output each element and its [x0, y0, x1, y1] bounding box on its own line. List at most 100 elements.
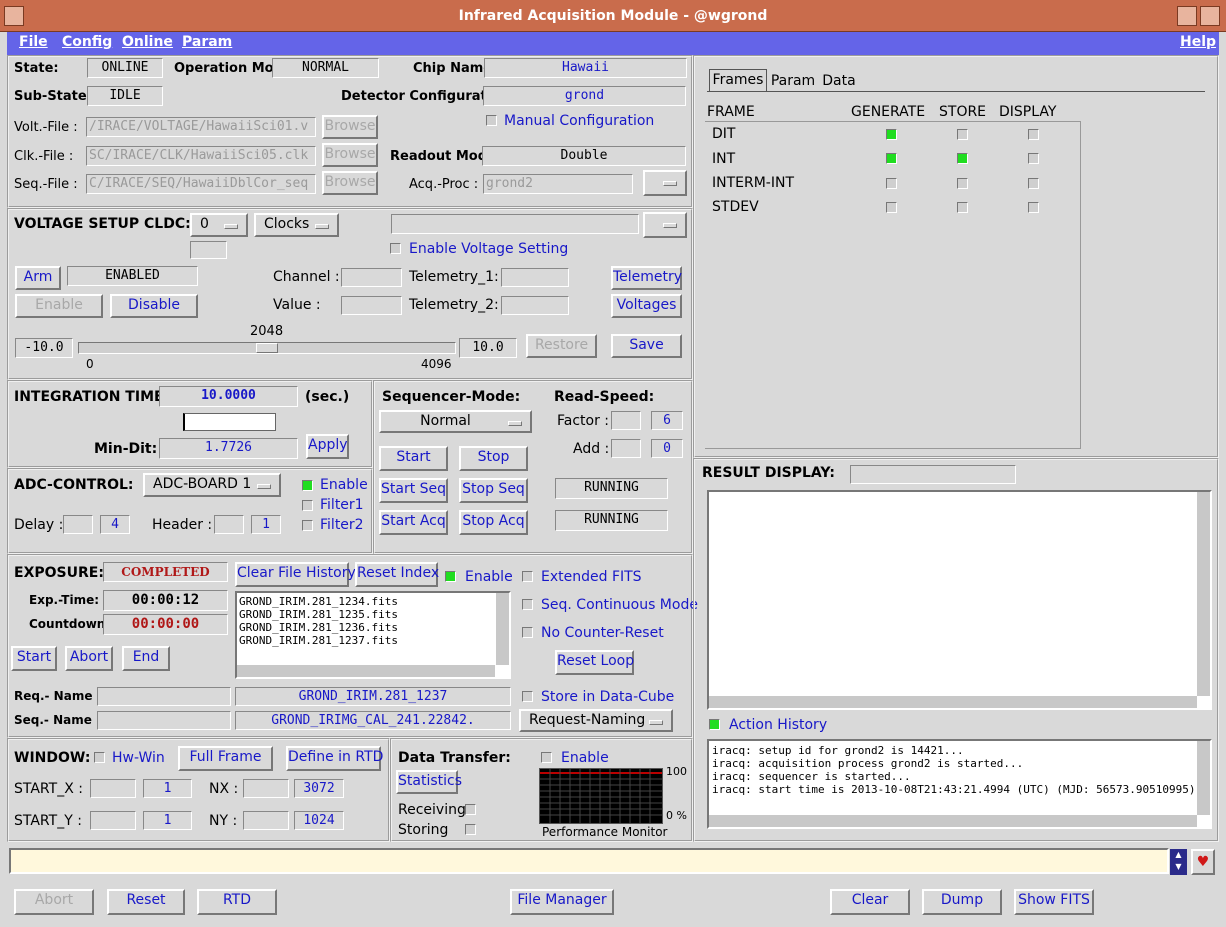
stdev-generate-checkbox[interactable]: [886, 202, 897, 213]
file-manager-button[interactable]: File Manager: [510, 889, 614, 915]
reqname-input[interactable]: [97, 687, 231, 706]
voltages-button[interactable]: Voltages: [611, 294, 682, 318]
window-menu-button[interactable]: [4, 6, 24, 26]
result-vscroll[interactable]: [1197, 492, 1210, 696]
dit-store-checkbox[interactable]: [957, 129, 968, 140]
list-item[interactable]: GROND_IRIM.281_1236.fits: [239, 621, 507, 634]
factor-input[interactable]: [611, 411, 641, 430]
start-seq-button[interactable]: Start Seq: [379, 478, 448, 503]
list-item[interactable]: GROND_IRIM.281_1234.fits: [239, 595, 507, 608]
slider-thumb[interactable]: [256, 343, 278, 353]
starty-input[interactable]: [90, 811, 136, 830]
result-hscroll[interactable]: [709, 696, 1197, 708]
menu-config[interactable]: Config: [62, 34, 112, 50]
log-vscroll[interactable]: [1197, 741, 1210, 815]
exposure-end-button[interactable]: End: [122, 646, 170, 671]
dit-generate-checkbox[interactable]: [886, 129, 897, 140]
file-history-vscroll[interactable]: [496, 593, 509, 665]
seq-browse-button[interactable]: Browse: [322, 171, 378, 195]
dit-display-checkbox[interactable]: [1028, 129, 1039, 140]
interm-int-store-checkbox[interactable]: [957, 178, 968, 189]
clk-browse-button[interactable]: Browse: [322, 143, 378, 167]
dump-button[interactable]: Dump: [922, 889, 1002, 915]
minimize-button[interactable]: [1177, 6, 1197, 26]
menu-file[interactable]: File: [19, 34, 48, 50]
seqname-input[interactable]: [97, 711, 231, 730]
menu-help[interactable]: Help: [1180, 34, 1216, 50]
store-cube-checkbox[interactable]: [522, 691, 533, 702]
bottom-reset-button[interactable]: Reset: [107, 889, 185, 915]
restore-button[interactable]: Restore: [526, 334, 597, 358]
exposure-enable-checkbox[interactable]: [445, 571, 456, 582]
filter1-checkbox[interactable]: [302, 500, 313, 511]
sequencer-mode-dropdown[interactable]: Normal: [379, 410, 532, 433]
reset-index-button[interactable]: Reset Index: [355, 562, 439, 587]
tab-data[interactable]: Data: [819, 72, 859, 91]
voltage-slider[interactable]: [78, 342, 456, 354]
voltage-enable-button[interactable]: Enable: [15, 294, 103, 318]
stop-acq-button[interactable]: Stop Acq: [459, 510, 528, 535]
clear-file-history-button[interactable]: Clear File History: [235, 562, 356, 587]
adc-enable-checkbox[interactable]: [302, 480, 313, 491]
stop-seq-button[interactable]: Stop Seq: [459, 478, 528, 503]
list-item[interactable]: GROND_IRIM.281_1237.fits: [239, 634, 507, 647]
define-rtd-button[interactable]: Define in RTD: [286, 746, 383, 771]
no-counter-reset-checkbox[interactable]: [522, 627, 533, 638]
show-fits-button[interactable]: Show FITS: [1014, 889, 1094, 915]
acqproc-dropdown[interactable]: [643, 170, 687, 196]
header-input[interactable]: [214, 515, 244, 534]
menu-param[interactable]: Param: [182, 34, 232, 50]
seq-start-button[interactable]: Start: [379, 446, 448, 471]
clocks-dropdown[interactable]: Clocks: [254, 213, 339, 237]
int-store-checkbox[interactable]: [957, 153, 968, 164]
action-history-checkbox[interactable]: [709, 719, 720, 730]
adc-board-dropdown[interactable]: ADC-BOARD 1: [143, 473, 281, 497]
filter2-checkbox[interactable]: [302, 520, 313, 531]
hwwin-checkbox[interactable]: [94, 752, 105, 763]
voltage-disable-button[interactable]: Disable: [110, 294, 198, 318]
log-hscroll[interactable]: [709, 815, 1197, 827]
int-generate-checkbox[interactable]: [886, 153, 897, 164]
delay-input[interactable]: [63, 515, 93, 534]
exposure-start-button[interactable]: Start: [11, 646, 57, 671]
message-arrow-icon[interactable]: ▲ ▼: [1170, 849, 1187, 875]
save-button[interactable]: Save: [611, 334, 682, 358]
list-item[interactable]: GROND_IRIM.281_1235.fits: [239, 608, 507, 621]
telemetry-button[interactable]: Telemetry: [611, 266, 682, 290]
stdev-display-checkbox[interactable]: [1028, 202, 1039, 213]
interm-int-generate-checkbox[interactable]: [886, 178, 897, 189]
full-frame-button[interactable]: Full Frame: [178, 746, 273, 771]
bottom-abort-button[interactable]: Abort: [14, 889, 94, 915]
integration-input[interactable]: [183, 413, 276, 431]
enable-voltage-checkbox[interactable]: [390, 243, 401, 254]
extended-fits-checkbox[interactable]: [522, 571, 533, 582]
reset-loop-button[interactable]: Reset Loop: [555, 650, 634, 675]
start-acq-button[interactable]: Start Acq: [379, 510, 448, 535]
cldc-number-dropdown[interactable]: 0: [190, 213, 248, 237]
rtd-button[interactable]: RTD: [197, 889, 277, 915]
heart-icon[interactable]: ♥: [1191, 849, 1215, 875]
result-display-area[interactable]: [707, 490, 1212, 710]
int-display-checkbox[interactable]: [1028, 153, 1039, 164]
arm-button[interactable]: Arm: [15, 266, 61, 290]
file-history-list[interactable]: GROND_IRIM.281_1234.fits GROND_IRIM.281_…: [235, 591, 511, 679]
statistics-button[interactable]: Statistics: [396, 770, 462, 794]
action-history-log[interactable]: iracq: setup id for grond2 is 14421... i…: [707, 739, 1212, 829]
menu-online[interactable]: Online: [122, 34, 173, 50]
seq-stop-button[interactable]: Stop: [459, 446, 528, 471]
manual-config-checkbox[interactable]: [486, 115, 497, 126]
stdev-store-checkbox[interactable]: [957, 202, 968, 213]
nx-input[interactable]: [243, 779, 289, 798]
apply-button[interactable]: Apply: [306, 434, 349, 459]
voltage-name-dropdown[interactable]: [643, 212, 687, 238]
clear-button[interactable]: Clear: [830, 889, 910, 915]
request-naming-dropdown[interactable]: Request-Naming: [519, 709, 673, 732]
tab-frames[interactable]: Frames: [709, 69, 767, 91]
ny-input[interactable]: [243, 811, 289, 830]
file-history-hscroll[interactable]: [237, 665, 495, 677]
tab-param[interactable]: Param: [769, 72, 817, 91]
add-input[interactable]: [611, 439, 641, 458]
startx-input[interactable]: [90, 779, 136, 798]
interm-int-display-checkbox[interactable]: [1028, 178, 1039, 189]
exposure-abort-button[interactable]: Abort: [65, 646, 113, 671]
